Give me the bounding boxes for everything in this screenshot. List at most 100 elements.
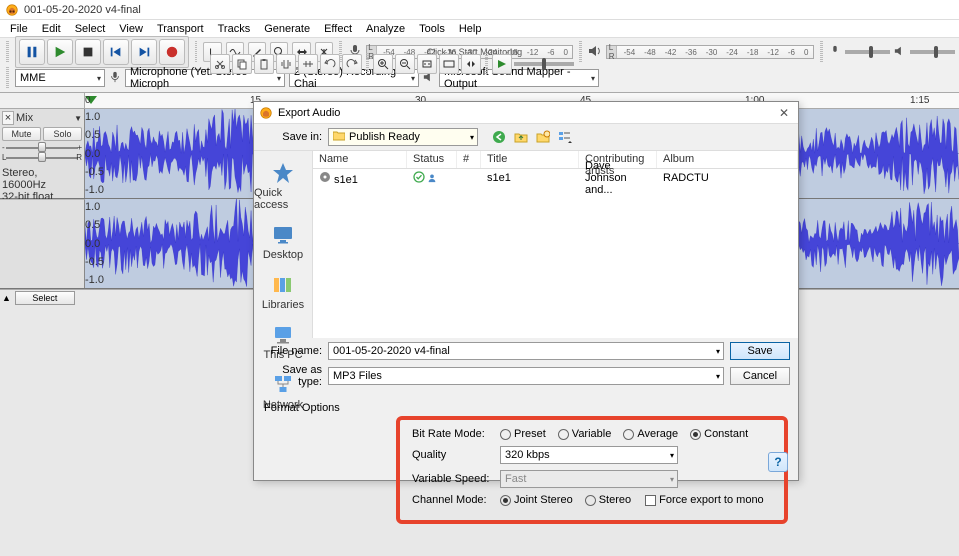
record-button[interactable] xyxy=(159,39,185,65)
speaker-icon xyxy=(588,44,602,61)
file-row[interactable]: s1e1 s1e1 Dave Johnson and... RADCTU xyxy=(313,169,798,187)
mute-button[interactable]: Mute xyxy=(2,127,41,141)
grip[interactable] xyxy=(366,53,369,75)
play-button[interactable] xyxy=(47,39,73,65)
transport-toolbar xyxy=(15,36,189,68)
menu-file[interactable]: File xyxy=(4,22,34,36)
back-icon[interactable] xyxy=(490,128,508,146)
file-list[interactable]: Name Status # Title Contributing artists… xyxy=(312,151,798,338)
pan-slider[interactable]: LR xyxy=(2,153,82,163)
bitrate-constant[interactable]: Constant xyxy=(690,428,748,440)
rec-volume-slider[interactable] xyxy=(845,50,890,54)
up-folder-icon[interactable] xyxy=(512,128,530,146)
audio-file-icon xyxy=(319,171,331,183)
grip[interactable] xyxy=(6,67,9,89)
menu-transport[interactable]: Transport xyxy=(151,22,210,36)
menu-tools[interactable]: Tools xyxy=(413,22,451,36)
bitrate-variable[interactable]: Variable xyxy=(558,428,612,440)
grip[interactable] xyxy=(195,41,198,63)
playback-speed-slider[interactable] xyxy=(514,62,574,66)
format-options-panel: Bit Rate Mode: PresetVariableAverageCons… xyxy=(396,416,788,524)
bitrate-preset[interactable]: Preset xyxy=(500,428,546,440)
close-track-button[interactable]: × xyxy=(2,111,14,125)
select-track-button[interactable]: Select xyxy=(15,291,75,305)
menu-tracks[interactable]: Tracks xyxy=(212,22,257,36)
menu-help[interactable]: Help xyxy=(453,22,488,36)
menu-effect[interactable]: Effect xyxy=(318,22,358,36)
play-volume-slider[interactable] xyxy=(910,50,955,54)
playback-meter[interactable]: LR -54-48-42-36-30-24-18-12-60 xyxy=(606,45,814,59)
skip-start-button[interactable] xyxy=(103,39,129,65)
mic-icon xyxy=(829,45,841,60)
col-name[interactable]: Name xyxy=(313,151,407,168)
save-type-label: Save as type: xyxy=(262,364,322,388)
audacity-icon xyxy=(260,107,272,119)
sidebar-this-pc[interactable]: This PC xyxy=(254,319,312,365)
stop-button[interactable] xyxy=(75,39,101,65)
format-options-label: Format Options xyxy=(264,402,788,414)
pause-button[interactable] xyxy=(19,39,45,65)
col-album[interactable]: Album xyxy=(657,151,798,168)
fit-selection-button[interactable] xyxy=(417,54,437,74)
dialog-title-text: Export Audio xyxy=(278,107,340,119)
paste-button[interactable] xyxy=(254,54,274,74)
dialog-titlebar[interactable]: Export Audio ✕ xyxy=(254,102,798,124)
save-in-select[interactable]: Publish Ready xyxy=(328,128,478,146)
trim-button[interactable] xyxy=(276,54,296,74)
audio-host-select[interactable]: MME xyxy=(15,69,105,87)
menu-select[interactable]: Select xyxy=(69,22,112,36)
new-folder-icon[interactable] xyxy=(534,128,552,146)
person-icon xyxy=(427,174,437,186)
col-track-number[interactable]: # xyxy=(457,151,481,168)
col-status[interactable]: Status xyxy=(407,151,457,168)
fit-project-button[interactable] xyxy=(439,54,459,74)
track-menu-button[interactable]: ▼ xyxy=(74,114,82,123)
skip-end-button[interactable] xyxy=(131,39,157,65)
zoom-toggle-button[interactable] xyxy=(461,54,481,74)
channel-stereo[interactable]: Stereo xyxy=(585,494,631,506)
menu-analyze[interactable]: Analyze xyxy=(360,22,411,36)
cancel-button[interactable]: Cancel xyxy=(730,367,790,385)
redo-button[interactable] xyxy=(342,54,362,74)
save-in-label: Save in: xyxy=(262,131,322,143)
help-button[interactable]: ? xyxy=(768,452,788,472)
grip[interactable] xyxy=(485,53,488,75)
save-button[interactable]: Save xyxy=(730,342,790,360)
export-audio-dialog: Export Audio ✕ Save in: Publish Ready Qu… xyxy=(253,101,799,481)
cut-button[interactable] xyxy=(210,54,230,74)
menu-generate[interactable]: Generate xyxy=(258,22,316,36)
sidebar-desktop[interactable]: Desktop xyxy=(254,219,312,265)
grip[interactable] xyxy=(6,41,9,63)
copy-button[interactable] xyxy=(232,54,252,74)
track-name: Mix xyxy=(16,112,72,124)
variable-speed-label: Variable Speed: xyxy=(412,473,492,485)
solo-button[interactable]: Solo xyxy=(43,127,82,141)
sidebar-quick-access[interactable]: Quick access xyxy=(254,157,312,215)
zoom-in-button[interactable] xyxy=(373,54,393,74)
speaker-icon xyxy=(894,45,906,60)
sidebar-libraries[interactable]: Libraries xyxy=(254,269,312,315)
zoom-out-button[interactable] xyxy=(395,54,415,74)
file-list-header[interactable]: Name Status # Title Contributing artists… xyxy=(313,151,798,169)
mic-icon xyxy=(109,71,121,86)
grip[interactable] xyxy=(579,41,582,63)
quality-select[interactable]: 320 kbps xyxy=(500,446,678,464)
silence-button[interactable] xyxy=(298,54,318,74)
track-format-info: Stereo, 16000Hz 32-bit float xyxy=(2,167,82,203)
folder-icon xyxy=(333,131,345,144)
file-name-input[interactable]: 001-05-20-2020 v4-final xyxy=(328,342,724,360)
channel-joint-stereo[interactable]: Joint Stereo xyxy=(500,494,573,506)
view-menu-icon[interactable] xyxy=(556,128,574,146)
undo-button[interactable] xyxy=(320,54,340,74)
grip[interactable] xyxy=(820,41,823,63)
save-type-select[interactable]: MP3 Files xyxy=(328,367,724,385)
force-mono-checkbox[interactable]: Force export to mono xyxy=(645,494,764,506)
menu-view[interactable]: View xyxy=(113,22,149,36)
col-title[interactable]: Title xyxy=(481,151,579,168)
collapse-icon[interactable]: ▲ xyxy=(2,293,11,303)
bitrate-average[interactable]: Average xyxy=(623,428,678,440)
channel-mode-label: Channel Mode: xyxy=(412,494,492,506)
menu-edit[interactable]: Edit xyxy=(36,22,67,36)
play-at-speed-button[interactable] xyxy=(492,54,512,74)
close-button[interactable]: ✕ xyxy=(776,105,792,121)
